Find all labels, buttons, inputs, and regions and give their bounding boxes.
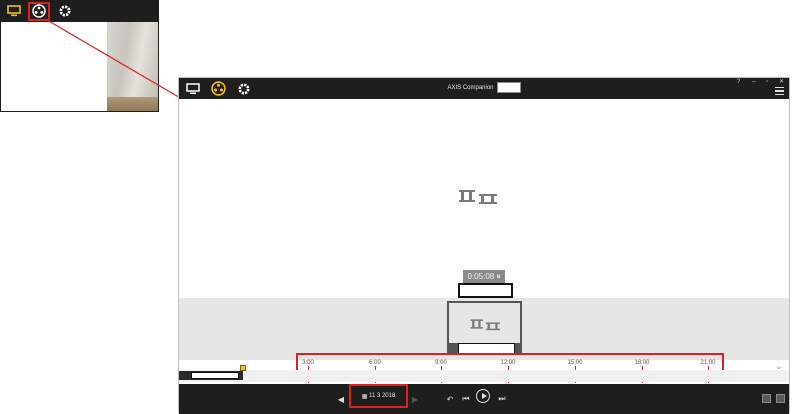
monitor-icon[interactable]	[185, 81, 201, 96]
timeline-track[interactable]	[179, 370, 789, 382]
play-button[interactable]	[476, 389, 490, 403]
highlight-frame	[28, 2, 50, 21]
recording-time: 0:05:08	[467, 272, 495, 281]
date-picker[interactable]: ▦ 11 3 2018	[349, 384, 408, 408]
calendar-icon: ▦	[361, 393, 368, 400]
skip-back-icon[interactable]: ⏮	[460, 384, 472, 414]
next-day-icon[interactable]: ▶	[410, 384, 420, 414]
snapshot-icon[interactable]	[776, 394, 785, 403]
skip-forward-icon[interactable]: ⏭	[496, 384, 508, 414]
recording-time-badge: 0:05:08 ⏸	[463, 270, 505, 283]
app-title: AXIS Companion	[447, 85, 494, 91]
inset-toolbar	[1, 1, 158, 22]
camera-name-box	[458, 283, 513, 298]
camera-preview-floor	[107, 97, 158, 111]
menu-icon[interactable]	[775, 87, 784, 95]
film-reel-icon[interactable]	[210, 81, 226, 96]
minimize-button[interactable]: –	[752, 78, 755, 86]
gear-icon[interactable]	[57, 4, 73, 18]
app-window: AXIS Companion ? – ▫ ✕ 0:05:08 ⏸ ⌄ 3:00 6…	[178, 77, 790, 414]
undo-icon[interactable]: ↶	[445, 384, 455, 414]
pause-icon: ⏸	[496, 272, 501, 281]
site-name-field	[496, 81, 521, 93]
zoom-inset	[0, 0, 159, 112]
film-strip-icon	[470, 319, 500, 331]
window-title: AXIS Companion	[179, 78, 789, 99]
timeline-overview-label	[191, 372, 239, 379]
export-icon[interactable]	[762, 394, 771, 403]
maximize-button[interactable]: ▫	[766, 78, 768, 86]
film-strip-icon	[457, 188, 501, 209]
monitor-icon[interactable]	[6, 4, 22, 18]
help-button[interactable]: ?	[737, 78, 740, 86]
previous-day-icon[interactable]: ◀	[336, 384, 346, 414]
date-label: 11 3 2018	[369, 393, 396, 399]
close-button[interactable]: ✕	[779, 78, 784, 86]
gear-icon[interactable]	[236, 81, 252, 96]
playhead-marker[interactable]	[240, 365, 246, 371]
